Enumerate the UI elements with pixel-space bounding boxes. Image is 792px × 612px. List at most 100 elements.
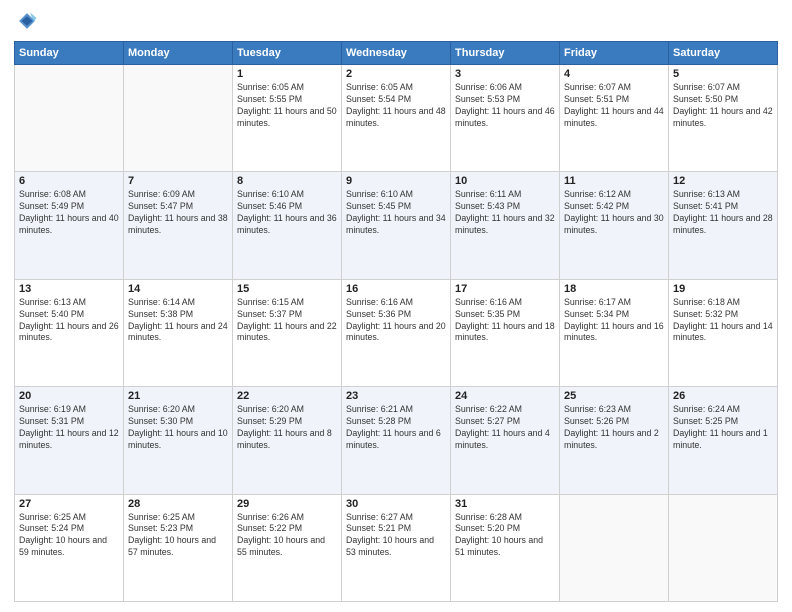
day-info: Sunrise: 6:20 AM Sunset: 5:29 PM Dayligh…: [237, 404, 337, 452]
day-number: 29: [237, 498, 337, 510]
calendar-cell: 16 Sunrise: 6:16 AM Sunset: 5:36 PM Dayli…: [342, 279, 451, 386]
day-number: 13: [19, 283, 119, 295]
calendar-cell: [560, 494, 669, 601]
day-number: 5: [673, 68, 773, 80]
header: [14, 10, 778, 37]
day-info: Sunrise: 6:25 AM Sunset: 5:24 PM Dayligh…: [19, 512, 119, 560]
day-number: 20: [19, 390, 119, 402]
day-info: Sunrise: 6:06 AM Sunset: 5:53 PM Dayligh…: [455, 82, 555, 130]
calendar-cell: 15Sunrise: 6:15 AM Sunset: 5:37 PM Dayli…: [233, 279, 342, 386]
calendar-cell: 11 Sunrise: 6:12 AM Sunset: 5:42 PM Dayli…: [560, 172, 669, 279]
day-number: 6: [19, 175, 119, 187]
calendar-cell: 31 Sunrise: 6:28 AM Sunset: 5:20 PM Dayli…: [451, 494, 560, 601]
calendar-cell: 17 Sunrise: 6:16 AM Sunset: 5:35 PM Dayli…: [451, 279, 560, 386]
calendar-cell: 28 Sunrise: 6:25 AM Sunset: 5:23 PM Dayli…: [124, 494, 233, 601]
calendar-cell: 1Sunrise: 6:05 AM Sunset: 5:55 PM Daylig…: [233, 65, 342, 172]
day-header-wednesday: Wednesday: [342, 42, 451, 65]
day-number: 30: [346, 498, 446, 510]
day-number: 14: [128, 283, 228, 295]
day-number: 4: [564, 68, 664, 80]
day-number: 3: [455, 68, 555, 80]
day-number: 31: [455, 498, 555, 510]
day-info: Sunrise: 6:09 AM Sunset: 5:47 PM Dayligh…: [128, 189, 228, 237]
calendar-cell: 27 Sunrise: 6:25 AM Sunset: 5:24 PM Dayli…: [15, 494, 124, 601]
calendar-week-row: 6 Sunrise: 6:08 AM Sunset: 5:49 PM Daylig…: [15, 172, 778, 279]
day-info: Sunrise: 6:20 AM Sunset: 5:30 PM Dayligh…: [128, 404, 228, 452]
day-info: Sunrise: 6:07 AM Sunset: 5:51 PM Dayligh…: [564, 82, 664, 130]
calendar-cell: 30 Sunrise: 6:27 AM Sunset: 5:21 PM Dayli…: [342, 494, 451, 601]
calendar-cell: 26Sunrise: 6:24 AM Sunset: 5:25 PM Dayli…: [669, 387, 778, 494]
day-info: Sunrise: 6:07 AM Sunset: 5:50 PM Dayligh…: [673, 82, 773, 130]
calendar-cell: 23 Sunrise: 6:21 AM Sunset: 5:28 PM Dayli…: [342, 387, 451, 494]
calendar-week-row: 1Sunrise: 6:05 AM Sunset: 5:55 PM Daylig…: [15, 65, 778, 172]
day-number: 10: [455, 175, 555, 187]
calendar-cell: 6 Sunrise: 6:08 AM Sunset: 5:49 PM Daylig…: [15, 172, 124, 279]
calendar: SundayMondayTuesdayWednesdayThursdayFrid…: [14, 41, 778, 602]
calendar-cell: [669, 494, 778, 601]
calendar-week-row: 13 Sunrise: 6:13 AM Sunset: 5:40 PM Dayli…: [15, 279, 778, 386]
day-header-thursday: Thursday: [451, 42, 560, 65]
day-header-monday: Monday: [124, 42, 233, 65]
day-info: Sunrise: 6:27 AM Sunset: 5:21 PM Dayligh…: [346, 512, 446, 560]
day-number: 11: [564, 175, 664, 187]
day-info: Sunrise: 6:26 AM Sunset: 5:22 PM Dayligh…: [237, 512, 337, 560]
day-number: 25: [564, 390, 664, 402]
day-number: 16: [346, 283, 446, 295]
day-header-sunday: Sunday: [15, 42, 124, 65]
day-number: 27: [19, 498, 119, 510]
day-number: 28: [128, 498, 228, 510]
calendar-cell: 12Sunrise: 6:13 AM Sunset: 5:41 PM Dayli…: [669, 172, 778, 279]
calendar-cell: 18Sunrise: 6:17 AM Sunset: 5:34 PM Dayli…: [560, 279, 669, 386]
calendar-cell: 13 Sunrise: 6:13 AM Sunset: 5:40 PM Dayli…: [15, 279, 124, 386]
day-info: Sunrise: 6:05 AM Sunset: 5:54 PM Dayligh…: [346, 82, 446, 130]
day-info: Sunrise: 6:13 AM Sunset: 5:41 PM Dayligh…: [673, 189, 773, 237]
day-info: Sunrise: 6:10 AM Sunset: 5:46 PM Dayligh…: [237, 189, 337, 237]
day-number: 19: [673, 283, 773, 295]
day-header-saturday: Saturday: [669, 42, 778, 65]
calendar-cell: [124, 65, 233, 172]
calendar-cell: 7 Sunrise: 6:09 AM Sunset: 5:47 PM Daylig…: [124, 172, 233, 279]
calendar-cell: 24Sunrise: 6:22 AM Sunset: 5:27 PM Dayli…: [451, 387, 560, 494]
calendar-cell: 2Sunrise: 6:05 AM Sunset: 5:54 PM Daylig…: [342, 65, 451, 172]
calendar-cell: 9Sunrise: 6:10 AM Sunset: 5:45 PM Daylig…: [342, 172, 451, 279]
day-info: Sunrise: 6:24 AM Sunset: 5:25 PM Dayligh…: [673, 404, 773, 452]
day-info: Sunrise: 6:10 AM Sunset: 5:45 PM Dayligh…: [346, 189, 446, 237]
calendar-cell: 21Sunrise: 6:20 AM Sunset: 5:30 PM Dayli…: [124, 387, 233, 494]
day-info: Sunrise: 6:16 AM Sunset: 5:35 PM Dayligh…: [455, 297, 555, 345]
day-number: 15: [237, 283, 337, 295]
calendar-cell: 29 Sunrise: 6:26 AM Sunset: 5:22 PM Dayli…: [233, 494, 342, 601]
calendar-cell: 19Sunrise: 6:18 AM Sunset: 5:32 PM Dayli…: [669, 279, 778, 386]
calendar-cell: 10 Sunrise: 6:11 AM Sunset: 5:43 PM Dayli…: [451, 172, 560, 279]
day-number: 18: [564, 283, 664, 295]
calendar-week-row: 27 Sunrise: 6:25 AM Sunset: 5:24 PM Dayli…: [15, 494, 778, 601]
calendar-cell: 3 Sunrise: 6:06 AM Sunset: 5:53 PM Daylig…: [451, 65, 560, 172]
page: SundayMondayTuesdayWednesdayThursdayFrid…: [0, 0, 792, 612]
calendar-header-row: SundayMondayTuesdayWednesdayThursdayFrid…: [15, 42, 778, 65]
calendar-cell: 22 Sunrise: 6:20 AM Sunset: 5:29 PM Dayli…: [233, 387, 342, 494]
day-info: Sunrise: 6:14 AM Sunset: 5:38 PM Dayligh…: [128, 297, 228, 345]
day-info: Sunrise: 6:13 AM Sunset: 5:40 PM Dayligh…: [19, 297, 119, 345]
day-info: Sunrise: 6:21 AM Sunset: 5:28 PM Dayligh…: [346, 404, 446, 452]
day-number: 7: [128, 175, 228, 187]
day-info: Sunrise: 6:12 AM Sunset: 5:42 PM Dayligh…: [564, 189, 664, 237]
calendar-cell: 4 Sunrise: 6:07 AM Sunset: 5:51 PM Daylig…: [560, 65, 669, 172]
day-number: 17: [455, 283, 555, 295]
day-info: Sunrise: 6:19 AM Sunset: 5:31 PM Dayligh…: [19, 404, 119, 452]
calendar-week-row: 20 Sunrise: 6:19 AM Sunset: 5:31 PM Dayli…: [15, 387, 778, 494]
calendar-body: 1Sunrise: 6:05 AM Sunset: 5:55 PM Daylig…: [15, 65, 778, 602]
logo-icon: [16, 10, 38, 32]
calendar-cell: 8 Sunrise: 6:10 AM Sunset: 5:46 PM Daylig…: [233, 172, 342, 279]
calendar-cell: 20 Sunrise: 6:19 AM Sunset: 5:31 PM Dayli…: [15, 387, 124, 494]
day-info: Sunrise: 6:16 AM Sunset: 5:36 PM Dayligh…: [346, 297, 446, 345]
day-number: 22: [237, 390, 337, 402]
day-info: Sunrise: 6:22 AM Sunset: 5:27 PM Dayligh…: [455, 404, 555, 452]
logo: [14, 10, 38, 37]
day-info: Sunrise: 6:28 AM Sunset: 5:20 PM Dayligh…: [455, 512, 555, 560]
day-info: Sunrise: 6:08 AM Sunset: 5:49 PM Dayligh…: [19, 189, 119, 237]
day-info: Sunrise: 6:25 AM Sunset: 5:23 PM Dayligh…: [128, 512, 228, 560]
day-info: Sunrise: 6:05 AM Sunset: 5:55 PM Dayligh…: [237, 82, 337, 130]
day-number: 23: [346, 390, 446, 402]
day-info: Sunrise: 6:11 AM Sunset: 5:43 PM Dayligh…: [455, 189, 555, 237]
day-info: Sunrise: 6:23 AM Sunset: 5:26 PM Dayligh…: [564, 404, 664, 452]
day-number: 8: [237, 175, 337, 187]
